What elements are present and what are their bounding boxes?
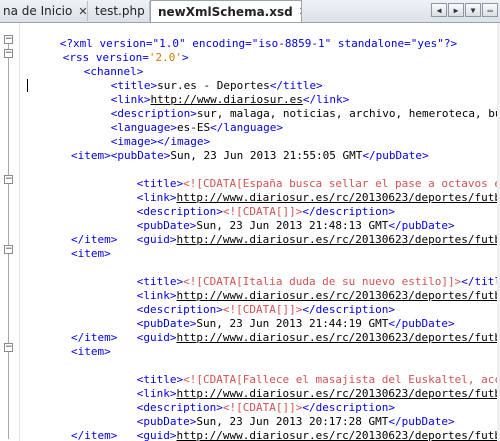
item-guid-line: <guid>http://www.diariosur.es/rc/2013062… xyxy=(136,429,500,441)
channel-language-line: <language>es-ES</language> xyxy=(110,121,283,134)
collapse-item-icon[interactable]: − xyxy=(4,245,13,254)
tab-label: test.php xyxy=(95,4,145,18)
restore-window-icon[interactable]: ▭ xyxy=(482,3,498,17)
item-description-line: <description><![CDATA[]]></description> xyxy=(136,303,396,316)
close-icon[interactable]: ✕ xyxy=(299,5,301,18)
item-pubdate-line: <pubDate>Sun, 23 Jun 2013 21:44:19 GMT</… xyxy=(136,317,455,330)
code-text[interactable]: <?xml version="1.0" encoding="iso-8859-1… xyxy=(20,23,500,441)
item-title-line: <title><![CDATA[Italia duda de su nuevo … xyxy=(136,275,500,288)
scroll-left-icon[interactable]: ◀ xyxy=(431,3,447,17)
item-pubdate-line: <pubDate>Sun, 23 Jun 2013 21:48:13 GMT</… xyxy=(136,219,455,232)
item-title-line: <title><![CDATA[Fallece el masajista del… xyxy=(136,373,500,386)
collapse-item-icon[interactable]: − xyxy=(4,343,13,352)
code-editor[interactable]: − − − − − <?xml version="1.0" encoding="… xyxy=(0,23,500,441)
item-open-line: <item> xyxy=(71,345,111,358)
tab-label: na de Inicio xyxy=(3,4,73,18)
collapse-rss-icon[interactable]: − xyxy=(4,35,13,44)
item-guid-line: <guid>http://www.diariosur.es/rc/2013062… xyxy=(136,331,500,344)
item-link-line: <link>http://www.diariosur.es/rc/2013062… xyxy=(136,387,500,400)
xml-declaration: <?xml version="1.0" encoding="iso-8859-1… xyxy=(59,37,458,50)
fold-gutter: − − − − − xyxy=(0,23,20,441)
item-close-line: </item> xyxy=(71,429,118,441)
rss-open-line: <rss version='2.0'> xyxy=(62,51,189,64)
item-description-line: <description><![CDATA[]]></description> xyxy=(136,401,396,414)
channel-link-line: <link>http://www.diariosur.es</link> xyxy=(110,93,350,106)
item-close-line: </item> xyxy=(71,233,118,246)
channel-pubdate-line: <pubDate>Sun, 23 Jun 2013 21:55:05 GMT</… xyxy=(110,149,429,162)
close-icon[interactable]: ✕ xyxy=(78,5,87,18)
collapse-channel-icon[interactable]: − xyxy=(4,49,13,58)
item-open-line: <item> xyxy=(71,247,111,260)
item-guid-line: <guid>http://www.diariosur.es/rc/2013062… xyxy=(136,233,500,246)
item-title-line: <title><![CDATA[España busca sellar el p… xyxy=(136,177,500,190)
item-link-line: <link>http://www.diariosur.es/rc/2013062… xyxy=(136,191,500,204)
channel-description-line: <description>sur, malaga, noticias, arch… xyxy=(110,107,500,120)
fold-guide xyxy=(8,39,9,439)
editor-tab-bar: na de Inicio ✕ test.php ✕ newXmlSchema.x… xyxy=(0,0,500,23)
tab-list-icon[interactable]: ▼ xyxy=(465,3,481,17)
channel-image-line: <image></image> xyxy=(110,135,211,148)
scroll-right-icon[interactable]: ▶ xyxy=(448,3,464,17)
tab-newxmlschema-xsd[interactable]: newXmlSchema.xsd ✕ xyxy=(150,0,302,22)
tab-label: newXmlSchema.xsd xyxy=(158,4,293,19)
tab-navigation: ◀ ▶ ▼ ▭ xyxy=(431,3,498,17)
channel-title-line: <title>sur.es - Deportes</title> xyxy=(110,79,323,92)
item-description-line: <description><![CDATA[]]></description> xyxy=(136,205,396,218)
item-open-line: <item> xyxy=(71,149,111,162)
collapse-item-icon[interactable]: − xyxy=(4,175,13,184)
channel-open-line: <channel> xyxy=(83,65,144,78)
tab-pagina-de-inicio[interactable]: na de Inicio ✕ xyxy=(0,1,88,21)
tab-test-php[interactable]: test.php ✕ xyxy=(88,1,150,21)
item-pubdate-line: <pubDate>Sun, 23 Jun 2013 20:17:28 GMT</… xyxy=(136,415,455,428)
item-close-line: </item> xyxy=(71,331,118,344)
item-link-line: <link>http://www.diariosur.es/rc/2013062… xyxy=(136,289,500,302)
